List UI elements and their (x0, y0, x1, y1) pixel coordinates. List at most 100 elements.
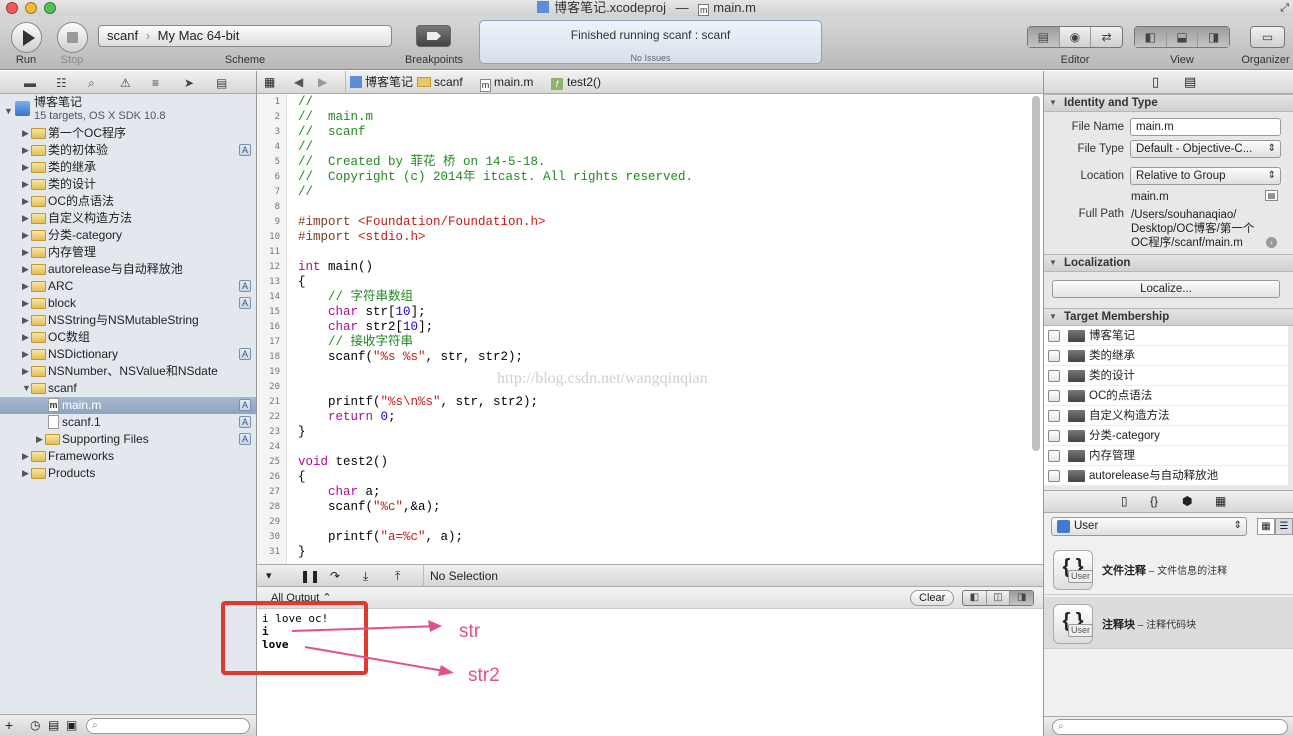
disclosure-closed-icon[interactable]: ▶ (22, 465, 29, 482)
log-navigator-icon[interactable]: ▤ (216, 76, 227, 90)
editor-scrollbar[interactable] (1032, 96, 1040, 451)
navigator-filter-input[interactable]: ⌕ (86, 718, 250, 734)
project-root-row[interactable]: ▼ 博客笔记 15 targets, OS X SDK 10.8 (0, 95, 256, 125)
variables-view-button[interactable]: ◧ (963, 591, 987, 605)
organizer-button[interactable]: ▭ (1250, 26, 1285, 48)
jump-function-crumb[interactable]: f test2() (551, 71, 601, 93)
assistant-editor-button[interactable]: ◉ (1060, 27, 1092, 47)
breakpoints-button[interactable] (416, 25, 451, 47)
source-editor[interactable]: //// main.m// scanf//// Created by 菲花 桥 … (288, 94, 1033, 564)
navigator-item[interactable]: ▶ 第一个OC程序 (0, 125, 256, 142)
disclosure-closed-icon[interactable]: ▶ (22, 210, 29, 227)
navigator-item[interactable]: m main.m A (0, 397, 256, 414)
forward-arrow-icon[interactable]: ▶ (318, 71, 327, 93)
folder-icon[interactable]: ▬ (24, 76, 36, 90)
hide-debug-area-icon[interactable]: ▾ (266, 565, 272, 587)
navigator-item[interactable]: ▶ OC数组 (0, 329, 256, 346)
navigator-item[interactable]: ▶ OC的点语法 (0, 193, 256, 210)
split-view-button[interactable]: ◫ (987, 591, 1011, 605)
navigator-item[interactable]: ▶ NSNumber、NSValue和NSdate (0, 363, 256, 380)
stop-button[interactable] (57, 22, 88, 53)
disclosure-closed-icon[interactable]: ▶ (22, 159, 29, 176)
disclosure-closed-icon[interactable]: ▶ (22, 193, 29, 210)
jump-group-crumb[interactable]: scanf (417, 71, 463, 93)
navigator-item[interactable]: ▶ NSDictionary A (0, 346, 256, 363)
target-checkbox[interactable] (1048, 430, 1060, 442)
disclosure-closed-icon[interactable]: ▶ (22, 176, 29, 193)
disclosure-closed-icon[interactable]: ▶ (22, 329, 29, 346)
reveal-in-finder-icon[interactable]: › (1266, 237, 1277, 248)
navigator-item[interactable]: ▶ ARC A (0, 278, 256, 295)
target-checkbox[interactable] (1048, 370, 1060, 382)
toggle-utilities-button[interactable]: ◨ (1198, 27, 1230, 47)
disclosure-open-icon[interactable]: ▼ (4, 103, 13, 120)
object-library-icon[interactable]: ⬢ (1182, 494, 1192, 508)
disclosure-closed-icon[interactable]: ▶ (22, 227, 29, 244)
choose-location-icon[interactable]: ▤ (1265, 190, 1278, 201)
disclosure-closed-icon[interactable]: ▶ (22, 295, 29, 312)
target-checkbox[interactable] (1048, 390, 1060, 402)
file-template-icon[interactable]: ▯ (1121, 494, 1128, 508)
list-view-icon[interactable]: ☰ (1275, 518, 1293, 535)
localization-section-header[interactable]: Localization (1044, 254, 1293, 272)
navigator-item[interactable]: ▶ Supporting Files A (0, 431, 256, 448)
media-library-icon[interactable]: ▦ (1215, 494, 1226, 508)
navigator-item[interactable]: scanf.1 A (0, 414, 256, 431)
code-snippet-icon[interactable]: {} (1150, 494, 1158, 508)
disclosure-closed-icon[interactable]: ▶ (22, 244, 29, 261)
navigator-item[interactable]: ▶ block A (0, 295, 256, 312)
quick-help-icon[interactable]: ▤ (1184, 74, 1196, 90)
symbol-navigator-icon[interactable]: ☷ (56, 76, 67, 90)
recent-files-icon[interactable]: ◷ (30, 718, 40, 732)
breakpoint-navigator-icon[interactable]: ➤ (184, 76, 194, 90)
jump-project-crumb[interactable]: 博客笔记 (345, 71, 413, 93)
disclosure-closed-icon[interactable]: ▶ (22, 312, 29, 329)
search-icon[interactable]: ⌕ (88, 76, 95, 91)
target-checkbox[interactable] (1048, 350, 1060, 362)
scheme-selector[interactable]: scanf › My Mac 64-bit (98, 25, 392, 47)
navigator-item[interactable]: ▶ 分类-category (0, 227, 256, 244)
navigator-item[interactable]: ▶ 自定义构造方法 (0, 210, 256, 227)
snippet-file-comment[interactable]: { } User 文件注释 – 文件信息的注释 (1044, 543, 1293, 595)
disclosure-closed-icon[interactable]: ▶ (22, 363, 29, 380)
toggle-navigator-button[interactable]: ◧ (1135, 27, 1167, 47)
version-editor-button[interactable]: ⇄ (1091, 27, 1122, 47)
disclosure-closed-icon[interactable]: ▶ (22, 278, 29, 295)
add-icon[interactable]: + (5, 717, 13, 733)
file-name-input[interactable]: main.m (1130, 118, 1281, 136)
disclosure-closed-icon[interactable]: ▶ (36, 431, 43, 448)
navigator-item[interactable]: ▶ 类的继承 (0, 159, 256, 176)
disclosure-closed-icon[interactable]: ▶ (22, 125, 29, 142)
step-out-icon[interactable]: ⤒ (395, 565, 400, 587)
disclosure-closed-icon[interactable]: ▶ (22, 346, 29, 363)
back-arrow-icon[interactable]: ◀ (294, 71, 303, 93)
snippet-comment-block[interactable]: { } User 注释块 – 注释代码块 (1044, 597, 1293, 649)
navigator-item[interactable]: ▶ Frameworks (0, 448, 256, 465)
step-over-icon[interactable]: ↷ (330, 565, 340, 587)
target-checkbox[interactable] (1048, 450, 1060, 462)
minimize-window-button[interactable] (25, 2, 37, 14)
close-window-button[interactable] (6, 2, 18, 14)
test-navigator-icon[interactable]: ≡ (152, 76, 159, 90)
scm-filter-icon[interactable]: ▤ (48, 718, 59, 732)
target-membership-section-header[interactable]: Target Membership (1044, 308, 1293, 326)
navigator-item[interactable]: ▶ autorelease与自动释放池 (0, 261, 256, 278)
step-into-icon[interactable]: ⤓ (363, 565, 368, 587)
warning-icon[interactable]: ⚠ (120, 76, 131, 90)
disclosure-closed-icon[interactable]: ▶ (22, 142, 29, 159)
file-inspector-icon[interactable]: ▯ (1152, 74, 1159, 90)
target-checkbox[interactable] (1048, 470, 1060, 482)
navigator-item[interactable]: ▶ 内存管理 (0, 244, 256, 261)
navigator-item[interactable]: ▶ 类的设计 (0, 176, 256, 193)
jump-file-crumb[interactable]: m main.m (480, 71, 533, 93)
location-popup[interactable]: Relative to Group (1130, 167, 1281, 185)
related-items-icon[interactable]: ▦ (264, 71, 275, 93)
navigator-item[interactable]: ▶ NSString与NSMutableString (0, 312, 256, 329)
navigator-item[interactable]: ▶ 类的初体验 A (0, 142, 256, 159)
clear-button[interactable]: Clear (910, 590, 955, 606)
target-checkbox[interactable] (1048, 330, 1060, 342)
localize-button[interactable]: Localize... (1052, 280, 1280, 298)
identity-section-header[interactable]: Identity and Type (1044, 94, 1293, 112)
fullscreen-icon[interactable]: ⤢ (1280, 1, 1289, 16)
navigator-item[interactable]: ▼ scanf (0, 380, 256, 397)
